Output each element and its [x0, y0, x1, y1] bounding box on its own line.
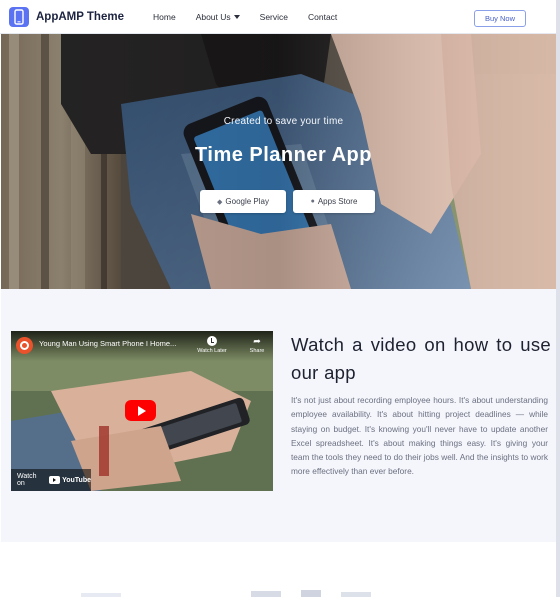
nav-about-us[interactable]: About Us	[196, 12, 240, 22]
video-section: Young Man Using Smart Phone I Home... Wa…	[1, 289, 556, 542]
nav-contact[interactable]: Contact	[308, 12, 337, 22]
google-play-label: Google Play	[225, 197, 269, 206]
nav-about-us-label: About Us	[195, 12, 231, 22]
partial-heading	[81, 590, 371, 597]
apps-store-button[interactable]: ● Apps Store	[293, 190, 375, 213]
google-play-button[interactable]: ◆ Google Play	[200, 190, 286, 213]
clock-icon	[207, 336, 217, 346]
buy-now-button[interactable]: Buy Now	[474, 10, 526, 27]
video-title[interactable]: Young Man Using Smart Phone I Home...	[39, 339, 176, 348]
hero-subtitle: Created to save your time	[223, 116, 344, 127]
brand-name: AppAMP Theme	[36, 11, 124, 23]
chevron-down-icon	[233, 15, 240, 19]
watch-later-label: Watch Later	[197, 348, 227, 354]
watch-on-label: Watch on	[17, 473, 37, 487]
nav-home[interactable]: Home	[153, 12, 176, 22]
brand[interactable]: AppAMP Theme	[9, 7, 124, 27]
nav-service[interactable]: Service	[260, 12, 288, 22]
nav-links: Home About Us Service Contact	[153, 0, 357, 34]
play-icon	[137, 405, 146, 416]
watch-on-youtube-link[interactable]: Watch on YouTube	[11, 469, 91, 491]
hero-banner: Created to save your time Time Planner A…	[1, 34, 556, 289]
android-icon: ◆	[217, 198, 223, 206]
share-label: Share	[249, 348, 265, 354]
youtube-video-embed[interactable]: Young Man Using Smart Phone I Home... Wa…	[11, 331, 273, 491]
youtube-wordmark: YouTube	[62, 476, 91, 484]
youtube-logo: YouTube	[49, 476, 91, 484]
section-heading: Watch a video on how to use our app	[291, 334, 551, 383]
hero-title: Time Planner App	[195, 144, 372, 166]
watch-later-button[interactable]: Watch Later	[197, 336, 227, 354]
youtube-play-icon	[49, 476, 61, 484]
scrollbar-track[interactable]	[556, 0, 560, 597]
share-button[interactable]: ➦ Share	[246, 336, 268, 354]
apple-icon: ●	[310, 198, 315, 205]
next-section	[1, 542, 556, 597]
apps-store-label: Apps Store	[317, 197, 358, 206]
channel-logo-icon[interactable]	[16, 337, 33, 354]
share-icon: ➦	[253, 336, 261, 346]
phone-icon	[9, 7, 29, 27]
play-button[interactable]	[125, 400, 156, 421]
section-body: It's not just about recording employee h…	[291, 395, 548, 477]
top-navbar: AppAMP Theme Home About Us Service Conta…	[0, 0, 560, 34]
